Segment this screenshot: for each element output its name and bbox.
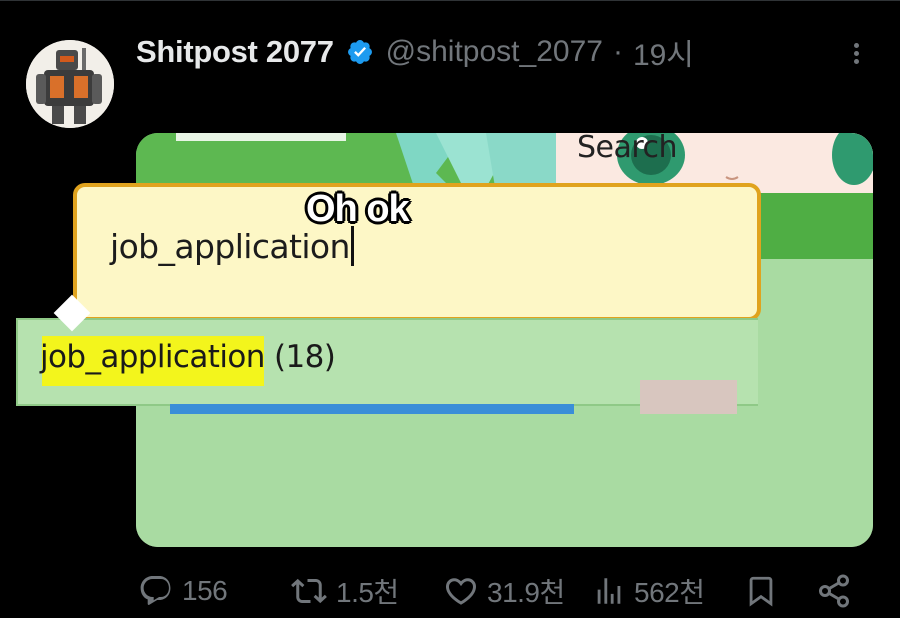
autocomplete-suggestion: job_application (18) [40, 339, 336, 375]
repost-button[interactable]: 1.5천 [290, 565, 399, 617]
post-time[interactable]: 19시 [633, 30, 694, 74]
media-thumbnail-corner [640, 380, 737, 414]
bookmark-icon [749, 576, 773, 607]
author-handle[interactable]: @shitpost_2077 [386, 35, 603, 69]
search-input-text: job_application [110, 227, 350, 266]
robot-avatar-icon [26, 40, 114, 128]
verified-badge-icon [347, 40, 372, 64]
share-button[interactable] [816, 565, 852, 617]
top-divider [0, 0, 900, 1]
suggestion-count: (18) [274, 339, 336, 375]
header-separator: · [612, 35, 623, 68]
like-count: 31.9천 [487, 577, 565, 608]
views-button[interactable]: 562천 [592, 565, 705, 617]
like-button[interactable]: 31.9천 [443, 565, 565, 617]
overlay-caption: Oh ok [306, 188, 410, 230]
views-icon [597, 578, 621, 604]
share-icon [819, 574, 849, 608]
author-name[interactable]: Shitpost 2077 [136, 34, 334, 70]
more-options-icon[interactable] [845, 40, 867, 70]
author-avatar[interactable] [26, 40, 114, 128]
suggestion-match: job_application [40, 339, 265, 375]
views-count: 562천 [634, 577, 705, 608]
post-actions-bar: 156 1.5천 31.9천 562천 [0, 565, 900, 617]
reply-icon [140, 576, 171, 605]
search-input-value: job_application [110, 226, 354, 266]
reply-count: 156 [182, 575, 228, 606]
bookmark-button[interactable] [744, 565, 778, 617]
text-caret [350, 226, 354, 266]
post-header: Shitpost 2077 @shitpost_2077 · 19시 [136, 28, 694, 76]
repost-icon [291, 578, 327, 604]
media-thumbnail-strip [170, 404, 574, 414]
repost-count: 1.5천 [336, 577, 399, 608]
search-label: Search [577, 130, 678, 165]
like-icon [445, 578, 477, 605]
reply-button[interactable]: 156 [138, 565, 228, 617]
